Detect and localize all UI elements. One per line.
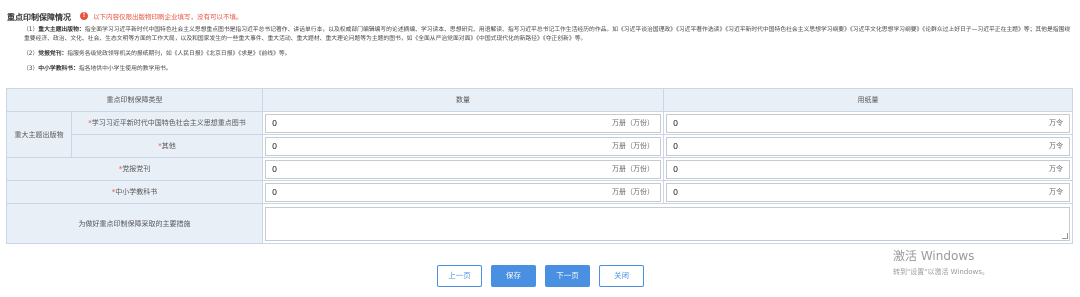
table-row: 为做好重点印制保障采取的主要措施 — [6, 203, 1073, 244]
unit-label: 万册（万份） — [612, 119, 654, 127]
warning-text: 以下内容仅限出版物印刷企业填写，没有可以不填。 — [93, 13, 243, 21]
section-title: 重点印制保障情况 — [7, 13, 71, 22]
paper-input[interactable]: 0 万令 — [666, 113, 1070, 133]
note-prefix: （3） — [23, 66, 39, 72]
measures-label: 为做好重点印制保障采取的主要措施 — [6, 203, 263, 244]
quantity-input[interactable]: 0 万册（万份） — [265, 159, 661, 179]
unit-label: 万令 — [1049, 188, 1063, 196]
table-row: *党报党刊 0 万册（万份） 0 万令 — [6, 157, 1073, 181]
unit-label: 万令 — [1049, 142, 1063, 150]
guarantee-table: 重点印制保障类型 数量 用纸量 重大主题出版物 *学习习近平新时代中国特色社会主… — [6, 88, 1073, 244]
row-label: *中小学教科书 — [6, 180, 263, 204]
unit-label: 万册（万份） — [612, 165, 654, 173]
prev-page-button[interactable]: 上一页 — [437, 265, 482, 287]
button-bar: 上一页 保存 下一页 关闭 — [437, 265, 644, 287]
watermark-subtitle: 转到"设置"以激活 Windows。 — [893, 268, 989, 276]
save-button[interactable]: 保存 — [491, 265, 536, 287]
close-button[interactable]: 关闭 — [599, 265, 644, 287]
note-label: 中小学教科书： — [38, 66, 79, 72]
group-label: 重大主题出版物 — [6, 111, 72, 158]
paper-input[interactable]: 0 万令 — [666, 182, 1070, 202]
paper-input[interactable]: 0 万令 — [666, 136, 1070, 156]
note-item: （2）党报党刊：指服务各级党政领导机关的报纸期刊，如《人民日报》《北京日报》《求… — [10, 50, 1072, 59]
unit-label: 万令 — [1049, 165, 1063, 173]
unit-label: 万册（万份） — [612, 142, 654, 150]
note-item: （1）重大主题出版物：指全面学习习近平新时代中国特色社会主义思想重点图书是指习近… — [10, 26, 1072, 44]
paper-input[interactable]: 0 万令 — [666, 159, 1070, 179]
note-prefix: （1） — [23, 27, 39, 33]
quantity-input[interactable]: 0 万册（万份） — [265, 113, 661, 133]
note-item: （3）中小学教科书：指各地供中小学生使用的教学用书。 — [10, 65, 1072, 74]
row-label: *学习习近平新时代中国特色社会主义思想重点图书 — [71, 111, 263, 135]
column-header-quantity: 数量 — [262, 88, 664, 112]
unit-label: 万册（万份） — [612, 188, 654, 196]
windows-activation-watermark: 激活 Windows 转到"设置"以激活 Windows。 — [893, 247, 989, 277]
row-label: *党报党刊 — [6, 157, 263, 181]
quantity-input[interactable]: 0 万册（万份） — [265, 182, 661, 202]
note-text: 指服务各级党政领导机关的报纸期刊，如《人民日报》《北京日报》《求是》《前线》等。 — [67, 51, 291, 57]
table-row: *中小学教科书 0 万册（万份） 0 万令 — [6, 180, 1073, 204]
table-header-row: 重点印制保障类型 数量 用纸量 — [6, 88, 1073, 112]
note-text: 指各地供中小学生使用的教学用书。 — [78, 66, 172, 72]
table-row: 重大主题出版物 *学习习近平新时代中国特色社会主义思想重点图书 0 万册（万份） … — [6, 111, 1073, 158]
column-header-paper: 用纸量 — [663, 88, 1073, 112]
row-label: *其他 — [71, 134, 263, 158]
warning-notice: ! 以下内容仅限出版物印刷企业填写，没有可以不填。 — [80, 11, 243, 21]
note-label: 重大主题出版物： — [38, 27, 85, 33]
table-row: *其他 0 万册（万份） 0 万令 — [7, 134, 1073, 158]
note-prefix: （2） — [23, 51, 39, 57]
quantity-input[interactable]: 0 万册（万份） — [265, 136, 661, 156]
unit-label: 万令 — [1049, 119, 1063, 127]
watermark-title: 激活 Windows — [893, 249, 975, 263]
note-label: 党报党刊： — [38, 51, 68, 57]
note-text: 指全面学习习近平新时代中国特色社会主义思想重点图书是指习近平总书记著作、讲话单行… — [24, 27, 1071, 42]
column-header-type: 重点印制保障类型 — [6, 88, 263, 112]
info-icon: ! — [80, 12, 88, 20]
notes-list: （1）重大主题出版物：指全面学习习近平新时代中国特色社会主义思想重点图书是指习近… — [10, 26, 1072, 80]
next-page-button[interactable]: 下一页 — [545, 265, 590, 287]
measures-textarea[interactable] — [265, 206, 1070, 241]
